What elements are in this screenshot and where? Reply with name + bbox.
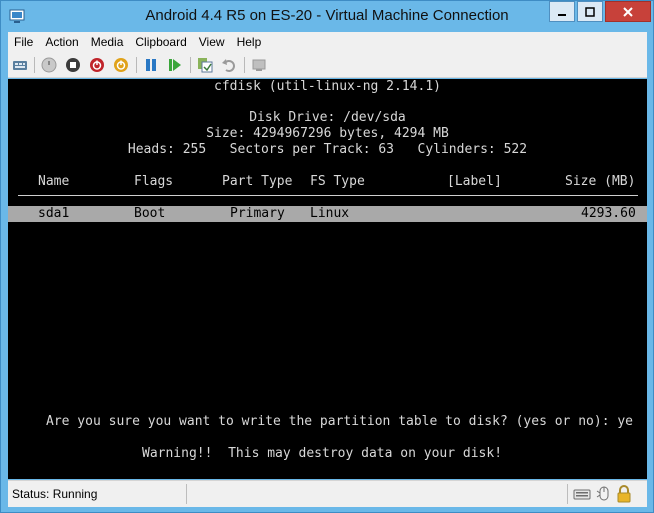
maximize-button[interactable] xyxy=(577,1,603,22)
toolbar xyxy=(8,52,647,78)
menu-clipboard[interactable]: Clipboard xyxy=(129,32,192,52)
column-header-flags: Flags xyxy=(134,174,174,189)
close-button[interactable] xyxy=(605,1,651,22)
keyboard-icon xyxy=(573,489,591,500)
column-header-size: Size (MB) xyxy=(565,174,636,189)
pause-icon[interactable] xyxy=(143,57,159,73)
mouse-icon xyxy=(596,486,609,501)
turn-off-icon[interactable] xyxy=(65,57,81,73)
partition-flags: Boot xyxy=(134,206,166,221)
minimize-icon xyxy=(558,13,566,16)
status-separator xyxy=(567,484,568,504)
column-header-part-type: Part Type xyxy=(222,174,293,189)
partition-part-type: Primary xyxy=(230,206,285,221)
shutdown-icon[interactable] xyxy=(89,57,105,73)
status-bar: Status: Running xyxy=(8,480,647,507)
menu-media[interactable]: Media xyxy=(85,32,130,52)
column-header-fs-type: FS Type xyxy=(310,174,365,189)
close-icon xyxy=(623,6,633,17)
revert-icon[interactable] xyxy=(221,57,237,73)
ctrl-alt-del-icon[interactable] xyxy=(12,57,28,73)
column-header-name: Name xyxy=(38,174,70,189)
status-separator xyxy=(186,484,187,504)
lock-icon xyxy=(617,485,631,503)
menu-file[interactable]: File xyxy=(8,32,39,52)
column-header-label: [Label] xyxy=(447,174,502,189)
menu-action[interactable]: Action xyxy=(39,32,84,52)
start-icon[interactable] xyxy=(41,57,57,73)
vm-connection-window: Android 4.4 R5 on ES-20 - Virtual Machin… xyxy=(0,0,654,513)
menu-view[interactable]: View xyxy=(193,32,231,52)
toolbar-separator xyxy=(244,57,245,73)
title-bar[interactable]: Android 4.4 R5 on ES-20 - Virtual Machin… xyxy=(1,1,653,32)
disk-geometry-line: Heads: 255 Sectors per Track: 63 Cylinde… xyxy=(127,142,528,157)
toolbar-separator xyxy=(136,57,137,73)
toolbar-separator xyxy=(190,57,191,73)
checkpoint-icon[interactable] xyxy=(197,57,213,73)
enhanced-session-icon[interactable] xyxy=(251,57,267,73)
disk-size-line: Size: 4294967296 bytes, 4294 MB xyxy=(206,126,449,141)
destroy-data-warning: Warning!! This may destroy data on your … xyxy=(142,446,503,461)
resume-icon[interactable] xyxy=(167,57,183,73)
partition-size: 4293.60 xyxy=(581,206,636,221)
status-text: Status: Running xyxy=(12,487,98,501)
partition-name: sda1 xyxy=(38,206,70,221)
header-rule xyxy=(18,195,638,196)
menu-help[interactable]: Help xyxy=(231,32,268,52)
partition-fs-type: Linux xyxy=(310,206,350,221)
power-icon[interactable] xyxy=(113,57,129,73)
cfdisk-header: cfdisk (util-linux-ng 2.14.1) xyxy=(214,79,441,94)
disk-drive-line: Disk Drive: /dev/sda xyxy=(249,110,406,125)
minimize-button[interactable] xyxy=(549,1,575,22)
write-confirm-prompt: Are you sure you want to write the parti… xyxy=(46,414,633,429)
toolbar-separator xyxy=(34,57,35,73)
vm-console-screen[interactable]: cfdisk (util-linux-ng 2.14.1) Disk Drive… xyxy=(8,79,647,479)
maximize-icon xyxy=(585,6,595,17)
menu-bar: File Action Media Clipboard View Help xyxy=(8,32,647,52)
table-row[interactable]: sda1 Boot Primary Linux 4293.60 xyxy=(8,206,647,222)
